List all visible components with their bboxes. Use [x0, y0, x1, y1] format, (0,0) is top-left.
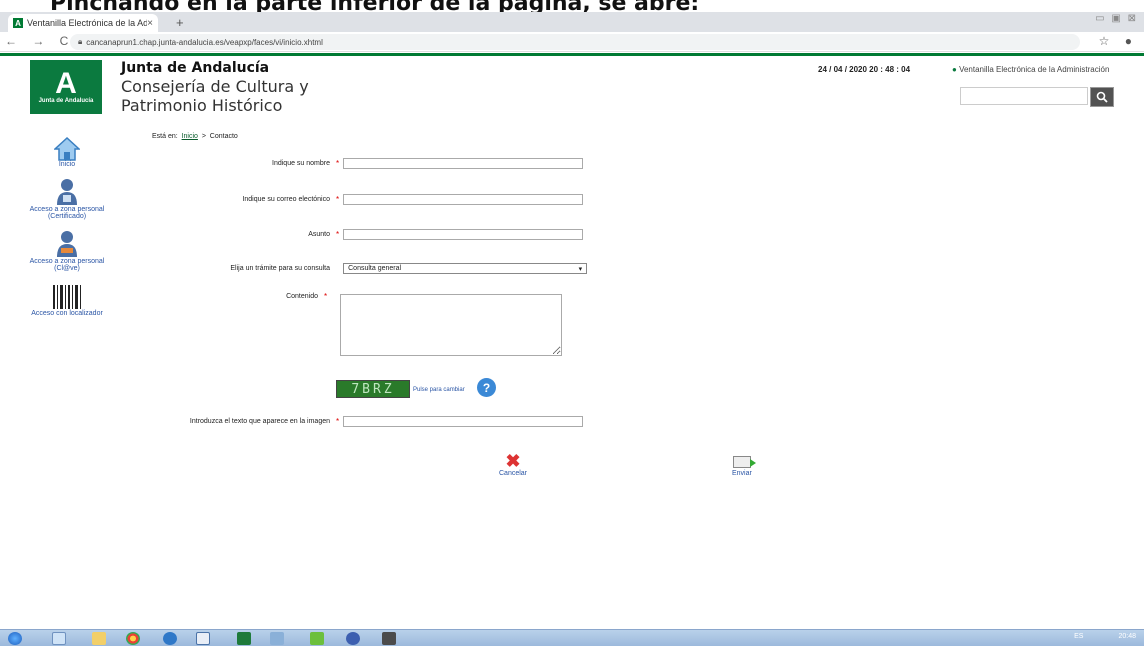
media-icon[interactable]: [346, 632, 360, 645]
org-name: Junta de Andalucía: [121, 60, 270, 76]
help-icon[interactable]: ?: [477, 378, 496, 397]
new-tab-button[interactable]: +: [176, 15, 184, 30]
url-field[interactable]: 🔒︎ cancanaprun1.chap.junta-andalucia.es/…: [70, 34, 1080, 50]
tramite-selected-value: Consulta general: [348, 265, 402, 272]
captcha-input[interactable]: [343, 416, 584, 427]
folder-icon[interactable]: [92, 632, 106, 645]
misc-app-icon[interactable]: [382, 632, 396, 645]
junta-logo[interactable]: A Junta de Andalucía: [30, 60, 102, 114]
search-icon: [1096, 91, 1108, 103]
close-tab-icon[interactable]: ×: [147, 18, 153, 29]
tramite-select[interactable]: Consulta general ▾: [343, 263, 588, 274]
address-bar: ← → C 🔒︎ cancanaprun1.chap.junta-andaluc…: [0, 32, 1144, 52]
location-pin-icon: ●: [952, 65, 957, 74]
language-indicator[interactable]: ES: [1074, 633, 1083, 640]
required-mark: *: [336, 417, 340, 426]
name-row: Indique su nombre *: [0, 158, 584, 169]
captcha-change-link[interactable]: Pulse para cambiar: [413, 387, 465, 393]
nav-buttons[interactable]: ← → C: [5, 34, 74, 48]
content-textarea[interactable]: [340, 294, 562, 356]
sidebar-item-label: Acceso a zona personal (Certificado): [29, 206, 105, 220]
subject-label: Asunto: [308, 231, 330, 238]
logo-letter: A: [55, 67, 77, 100]
tab-title: Ventanilla Electrónica de la Admi: [27, 18, 148, 28]
start-button-icon[interactable]: [8, 632, 22, 645]
tramite-row: Elija un trámite para su consulta * Cons…: [0, 263, 588, 274]
cancel-button[interactable]: ✖ Cancelar: [499, 452, 527, 477]
chrome-icon[interactable]: [126, 632, 140, 645]
required-mark: *: [336, 195, 340, 204]
lock-icon: 🔒︎: [78, 37, 83, 46]
window-controls[interactable]: ▭ ▣ ⊠: [1095, 13, 1138, 24]
subject-row: Asunto *: [0, 229, 584, 240]
system-tray: ES 20:48: [1074, 633, 1136, 640]
junta-favicon-icon: A: [13, 18, 23, 28]
explorer-icon[interactable]: [52, 632, 66, 645]
email-row: Indique su correo electónico *: [0, 194, 584, 205]
browser-tab[interactable]: A Ventanilla Electrónica de la Admi ×: [8, 14, 158, 32]
sidebar-item-label: Acceso con localizador: [31, 310, 103, 317]
send-mail-icon: [732, 456, 756, 468]
dept-line1: Consejería de Cultura y: [121, 77, 309, 96]
breadcrumb-current: Contacto: [209, 133, 238, 140]
datetime: 24 / 04 / 2020 20 : 48 : 04: [818, 65, 911, 74]
send-label: Enviar: [732, 470, 752, 477]
dept-line2: Patrimonio Histórico: [121, 96, 283, 115]
name-label: Indique su nombre: [272, 160, 330, 167]
browser-icon[interactable]: [163, 632, 177, 645]
spreadsheet-icon[interactable]: [237, 632, 251, 645]
network-icon[interactable]: [270, 632, 284, 645]
breadcrumb-prefix: Está en:: [152, 133, 178, 140]
chevron-down-icon: ▾: [578, 265, 583, 273]
send-button[interactable]: Enviar: [732, 452, 756, 477]
required-mark: *: [336, 159, 340, 168]
taskbar: ES 20:48: [0, 629, 1144, 646]
search-input[interactable]: [960, 87, 1088, 105]
tab-bar: A Ventanilla Electrónica de la Admi × + …: [0, 12, 1144, 32]
url-text: cancanaprun1.chap.junta-andalucia.es/vea…: [86, 37, 323, 47]
web-page: A Junta de Andalucía Junta de Andalucía …: [0, 53, 1144, 629]
content-row: Contenido *: [0, 292, 331, 301]
captcha-image: 7BRZ: [336, 380, 410, 398]
logo-text: Junta de Andalucía: [38, 98, 94, 104]
home-icon: [54, 131, 80, 161]
captcha-label: Introduzca el texto que aparece en la im…: [189, 418, 330, 425]
subject-input[interactable]: [343, 229, 584, 240]
browser-actions[interactable]: ☆ ●: [1099, 34, 1138, 48]
org-heading: Junta de Andalucía Consejería de Cultura…: [121, 60, 309, 114]
breadcrumb-home-link[interactable]: Inicio: [182, 133, 198, 140]
search-button[interactable]: [1090, 87, 1114, 107]
ventanilla-link[interactable]: ● Ventanilla Electrónica de la Administr…: [952, 65, 1109, 74]
breadcrumb: Está en: Inicio > Contacto: [152, 133, 238, 140]
clock[interactable]: 20:48: [1118, 633, 1136, 640]
captcha-row: Introduzca el texto que aparece en la im…: [0, 416, 584, 427]
name-input[interactable]: [343, 158, 584, 169]
cancel-icon: ✖: [505, 451, 521, 471]
app-icon[interactable]: [310, 632, 324, 645]
cancel-label: Cancelar: [499, 470, 528, 477]
breadcrumb-separator: >: [201, 133, 206, 140]
required-mark: *: [324, 292, 328, 301]
email-input[interactable]: [343, 194, 584, 205]
email-label: Indique su correo electónico: [242, 196, 330, 203]
ventanilla-label: Ventanilla Electrónica de la Administrac…: [959, 65, 1110, 74]
tramite-label: Elija un trámite para su consulta: [230, 265, 330, 272]
required-mark: *: [336, 230, 340, 239]
content-label: Contenido: [286, 293, 318, 300]
document-icon[interactable]: [196, 632, 210, 645]
